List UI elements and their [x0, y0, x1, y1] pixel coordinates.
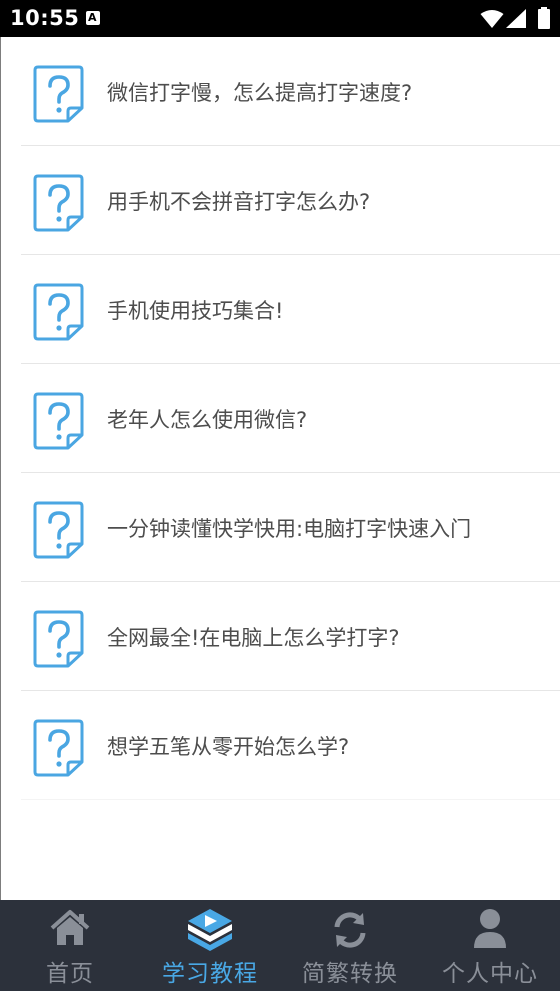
- status-time: 10:55: [10, 6, 80, 30]
- question-doc-icon: [33, 718, 85, 778]
- tab-label: 学习教程: [162, 961, 258, 987]
- wifi-icon: [480, 10, 504, 28]
- list-item[interactable]: 一分钟读懂快学快用:电脑打字快速入门: [21, 473, 560, 582]
- tab-label: 首页: [46, 961, 94, 987]
- a-box-icon: A: [86, 11, 100, 25]
- list-item-title: 一分钟读懂快学快用:电脑打字快速入门: [107, 517, 472, 541]
- status-bar: 10:55 A: [0, 0, 560, 37]
- home-icon: [50, 910, 90, 945]
- list-item[interactable]: 手机使用技巧集合!: [21, 255, 560, 364]
- list-item[interactable]: 全网最全!在电脑上怎么学打字?: [21, 582, 560, 691]
- question-doc-icon: [33, 391, 85, 451]
- question-doc-icon: [33, 500, 85, 560]
- question-doc-icon: [33, 173, 85, 233]
- tutorial-list-screen: 微信打字慢，怎么提高打字速度? 用手机不会拼音打字怎么办? 手机使用技巧集合! …: [0, 37, 560, 900]
- tab-label: 个人中心: [442, 961, 538, 987]
- question-doc-icon: [33, 64, 85, 124]
- refresh-icon: [334, 912, 366, 948]
- user-icon: [474, 909, 506, 948]
- tab-convert[interactable]: 简繁转换: [280, 900, 420, 991]
- list-item-title: 老年人怎么使用微信?: [107, 408, 308, 432]
- question-doc-icon: [33, 609, 85, 669]
- tutorial-icon: [188, 909, 232, 951]
- battery-icon: [538, 7, 550, 29]
- list-item-title: 想学五笔从零开始怎么学?: [107, 735, 350, 759]
- tab-profile[interactable]: 个人中心: [420, 900, 560, 991]
- list-item[interactable]: 用手机不会拼音打字怎么办?: [21, 146, 560, 255]
- tab-home[interactable]: 首页: [0, 900, 140, 991]
- list-item[interactable]: 微信打字慢，怎么提高打字速度?: [21, 37, 560, 146]
- tutorial-list: 微信打字慢，怎么提高打字速度? 用手机不会拼音打字怎么办? 手机使用技巧集合! …: [21, 37, 560, 800]
- list-item-title: 用手机不会拼音打字怎么办?: [107, 190, 371, 214]
- tab-label: 简繁转换: [302, 961, 398, 987]
- tab-tutorials[interactable]: 学习教程: [140, 900, 280, 991]
- signal-icon: [506, 9, 526, 28]
- bottom-tab-bar: 首页 学习教程 简繁转换 个人中心: [0, 900, 560, 991]
- question-doc-icon: [33, 282, 85, 342]
- list-item[interactable]: 老年人怎么使用微信?: [21, 364, 560, 473]
- list-item-title: 微信打字慢，怎么提高打字速度?: [107, 81, 413, 105]
- list-item-title: 全网最全!在电脑上怎么学打字?: [107, 626, 400, 650]
- list-item[interactable]: 想学五笔从零开始怎么学?: [21, 691, 560, 800]
- list-item-title: 手机使用技巧集合!: [107, 299, 284, 323]
